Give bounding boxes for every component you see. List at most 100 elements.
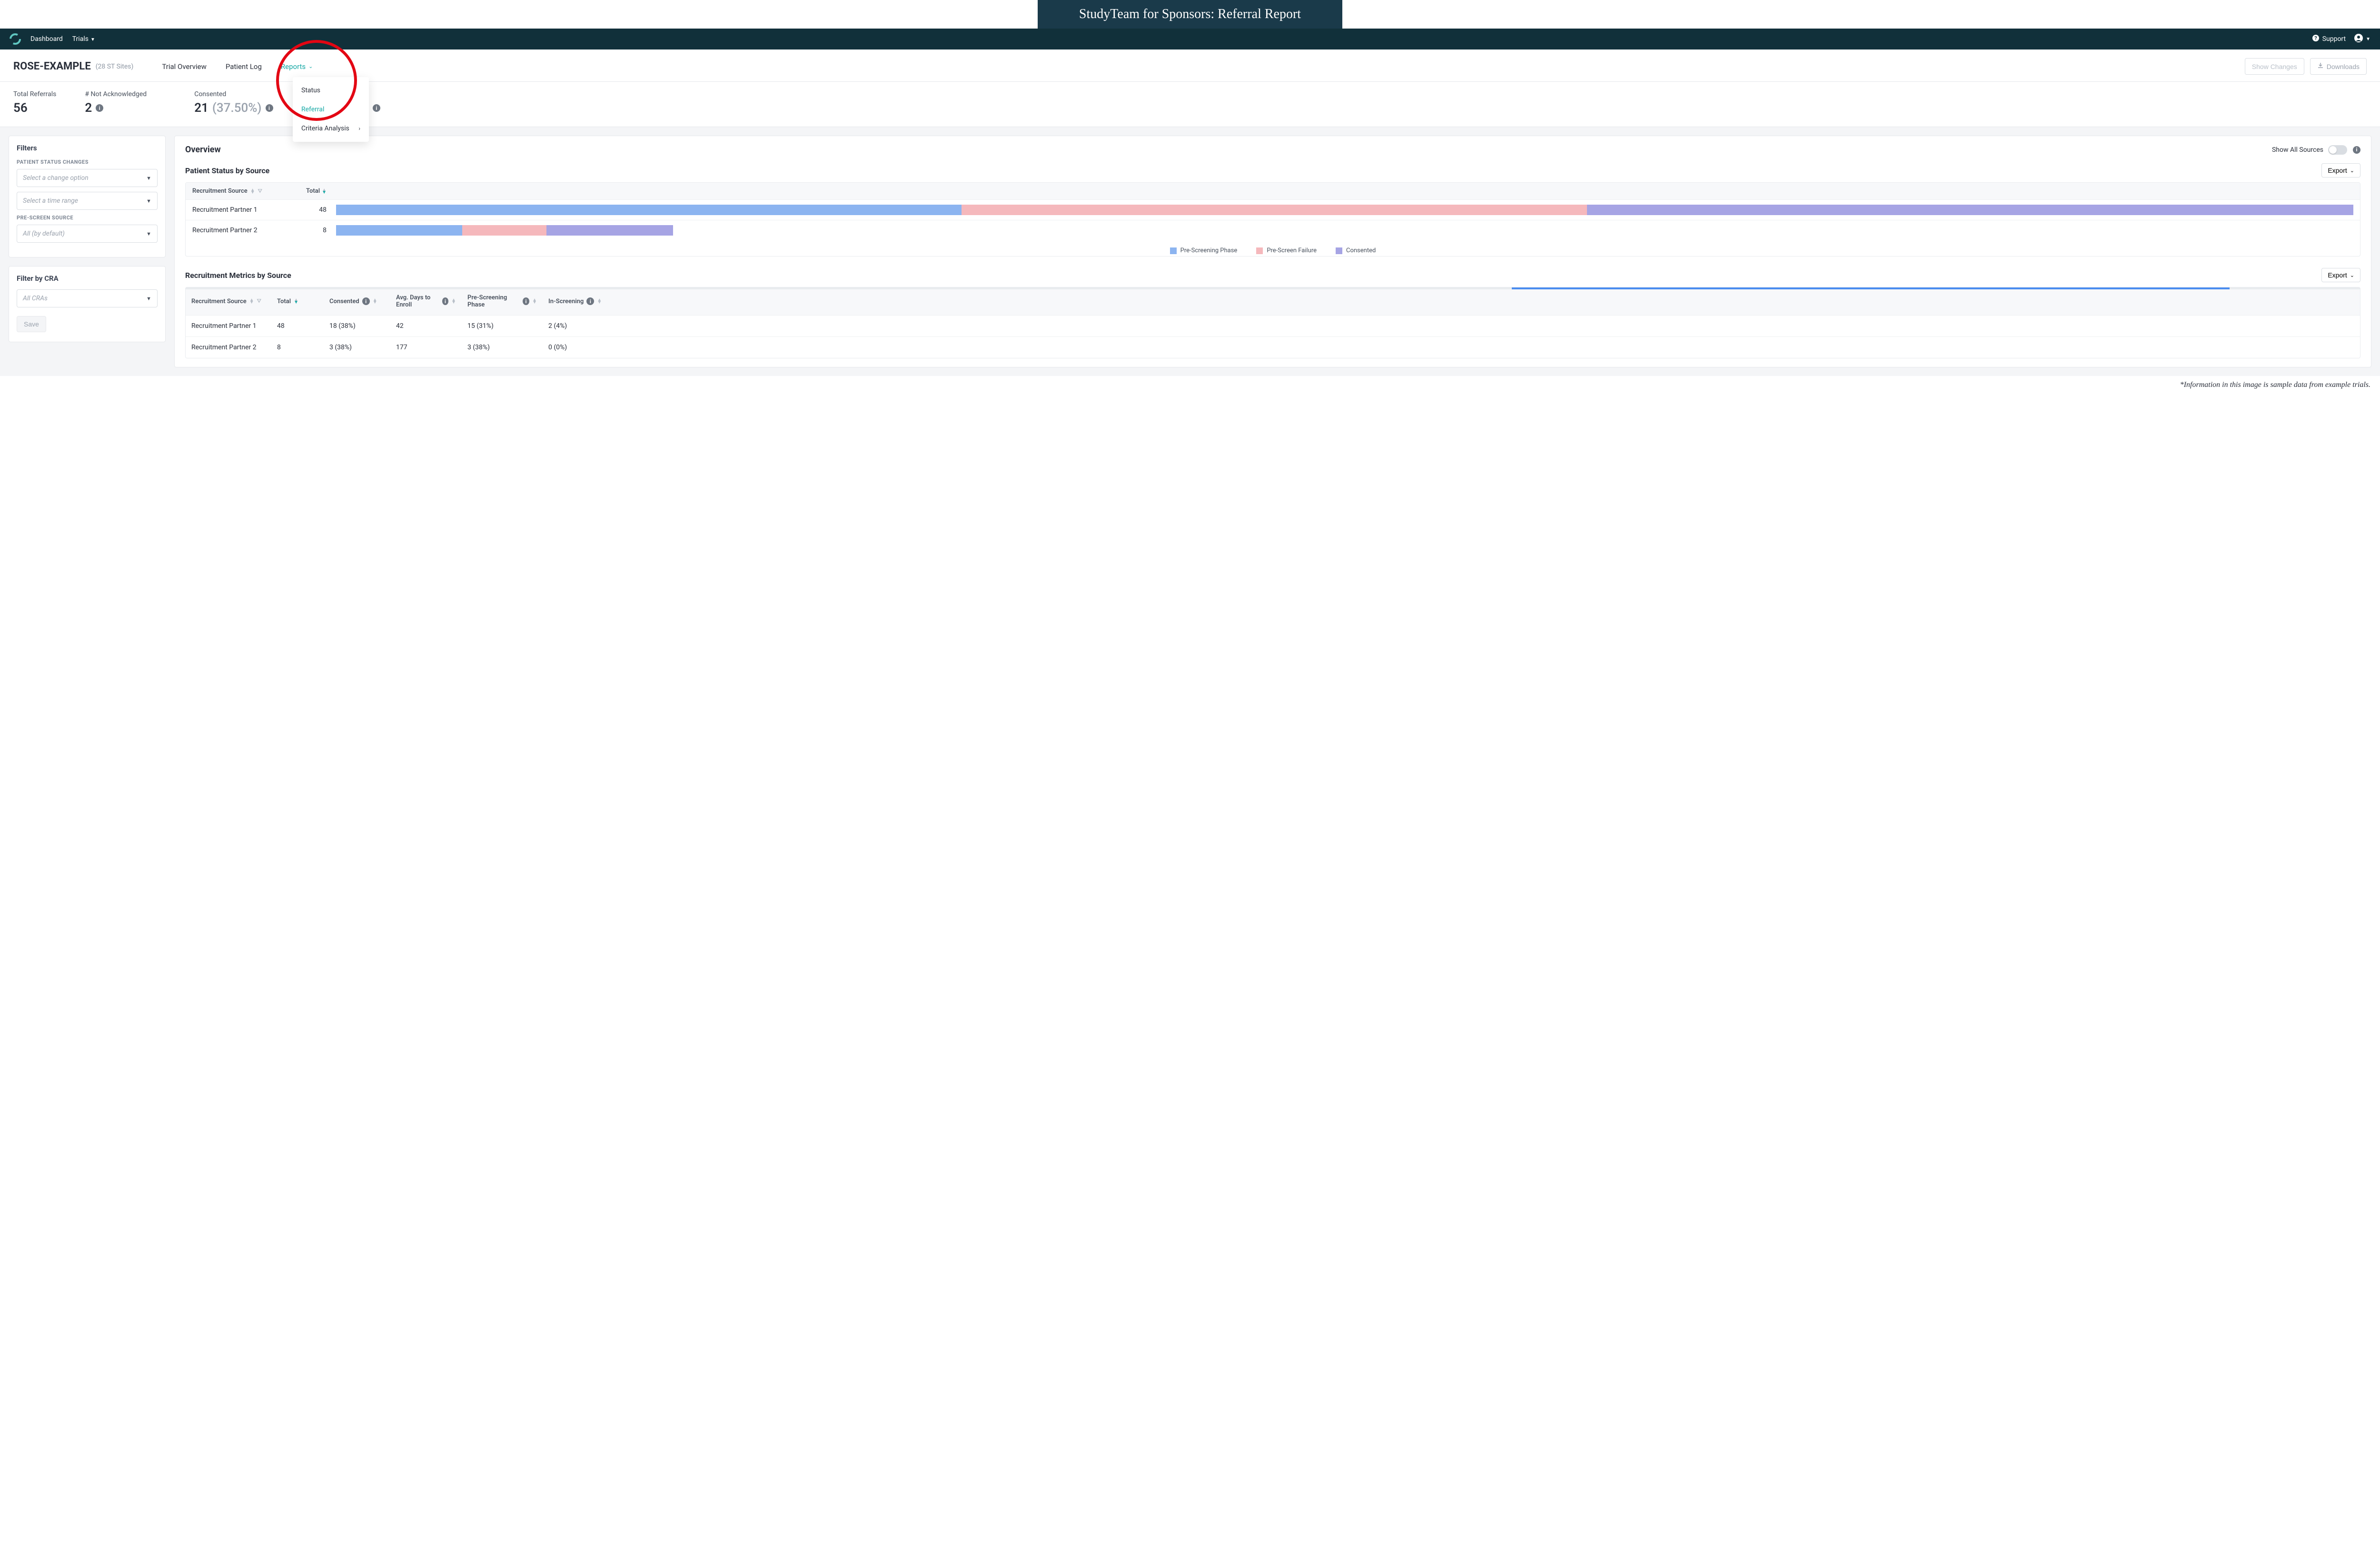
info-icon[interactable]: i (362, 297, 370, 305)
info-icon[interactable]: i (96, 104, 103, 112)
sort-icon: ▲▼ (451, 299, 456, 304)
sort-icon: ▲▼ (322, 189, 327, 194)
col-recruitment-source[interactable]: Recruitment Source ▲▼ ⛛ (186, 183, 281, 199)
download-icon (2317, 62, 2324, 70)
patient-status-title: Patient Status by Source (185, 166, 269, 175)
show-all-sources-toggle[interactable] (2328, 145, 2347, 155)
prescreen-source-label: PRE-SCREEN SOURCE (17, 215, 158, 221)
bar-segment-prescreen-failure (462, 225, 546, 236)
info-icon[interactable]: i (373, 104, 380, 112)
help-icon: ? (2312, 34, 2320, 44)
filters-title: Filters (17, 144, 158, 152)
metric-not-acknowledged: # Not Acknowledged 2 i (85, 90, 147, 115)
downloads-button[interactable]: Downloads (2310, 58, 2367, 75)
bar-segment-prescreen-failure (962, 205, 1587, 215)
table-row: Recruitment Partner 1 48 (186, 199, 2360, 220)
col-recruitment-source[interactable]: Recruitment Source ▲▼ ⛛ (186, 287, 271, 315)
tab-trial-overview[interactable]: Trial Overview (162, 62, 206, 71)
metric-consented: Consented 21 (37.50%) i (194, 90, 273, 115)
recruitment-metrics-table: Recruitment Source ▲▼ ⛛ Total ▲▼ Consent… (185, 287, 2360, 358)
main-panel: Overview Show All Sources i Patient Stat… (174, 136, 2371, 367)
tab-reports[interactable]: Reports ⌄ (281, 62, 313, 71)
chevron-down-icon: ▼ (90, 37, 95, 42)
col-total[interactable]: Total ▲▼ (281, 183, 333, 199)
chevron-down-icon: ▼ (146, 296, 151, 302)
table-row: Recruitment Partner 2 8 (186, 220, 2360, 240)
chevron-down-icon: ▼ (146, 198, 151, 204)
stacked-bar (333, 200, 2360, 220)
cra-select[interactable]: All CRAs ▼ (17, 289, 158, 307)
show-changes-button[interactable]: Show Changes (2245, 58, 2304, 75)
col-avg-days[interactable]: Avg. Days to Enroll i ▲▼ (390, 287, 462, 315)
top-nav: Dashboard Trials▼ ? Support ▼ (0, 29, 2380, 49)
trial-name: ROSE-EXAMPLE (13, 60, 91, 72)
filter-icon: ⛛ (257, 298, 261, 305)
sort-icon: ▲▼ (294, 299, 298, 304)
app-logo-icon (10, 33, 21, 45)
site-count: (28 ST Sites) (96, 63, 134, 70)
info-icon[interactable]: i (266, 104, 273, 112)
horizontal-scroll-indicator (186, 287, 2360, 289)
patient-status-table: Recruitment Source ▲▼ ⛛ Total ▲▼ Recruit… (185, 182, 2360, 257)
prescreen-source-select[interactable]: All (by default) ▼ (17, 225, 158, 243)
overview-title: Overview (185, 145, 221, 155)
dropdown-item-referral[interactable]: Referral (293, 100, 369, 119)
chevron-down-icon: ▼ (146, 231, 151, 237)
time-range-select[interactable]: Select a time range ▼ (17, 192, 158, 210)
save-button[interactable]: Save (17, 316, 46, 332)
info-icon[interactable]: i (2353, 146, 2360, 154)
user-menu[interactable]: ▼ (2354, 34, 2370, 44)
nav-dashboard[interactable]: Dashboard (30, 35, 63, 43)
nav-trials[interactable]: Trials▼ (72, 35, 95, 43)
chevron-down-icon: ▼ (2366, 37, 2370, 42)
chevron-down-icon: ▼ (146, 175, 151, 181)
bar-segment-consented (546, 225, 673, 236)
metric-total-referrals: Total Referrals 56 (13, 90, 56, 115)
info-icon[interactable]: i (442, 297, 448, 305)
legend-swatch (1170, 247, 1177, 254)
svg-text:?: ? (2314, 35, 2317, 41)
dropdown-item-criteria[interactable]: Criteria Analysis › (293, 119, 369, 138)
col-in-screening[interactable]: In-Screening i ▲▼ (543, 287, 619, 315)
cra-filter-card: Filter by CRA All CRAs ▼ Save (9, 266, 166, 342)
legend-swatch (1336, 247, 1342, 254)
col-total[interactable]: Total ▲▼ (271, 287, 324, 315)
info-icon[interactable]: i (523, 297, 529, 305)
legend-swatch (1256, 247, 1263, 254)
sort-icon: ▲▼ (249, 299, 254, 304)
col-prescreening-phase[interactable]: Pre-Screening Phase i ▲▼ (462, 287, 543, 315)
support-link[interactable]: ? Support (2312, 34, 2346, 44)
page-banner: StudyTeam for Sponsors: Referral Report (1038, 0, 1342, 29)
sort-icon: ▲▼ (532, 299, 537, 304)
dropdown-item-status[interactable]: Status (293, 81, 369, 100)
reports-dropdown: Status Referral Criteria Analysis › (293, 77, 369, 142)
header-tabs: Trial Overview Patient Log Reports ⌄ (162, 62, 313, 71)
sort-icon: ▲▼ (373, 299, 377, 304)
footnote: *Information in this image is sample dat… (0, 376, 2380, 399)
chevron-down-icon: ⌄ (2350, 168, 2354, 174)
tab-patient-log[interactable]: Patient Log (226, 62, 262, 71)
table-row: Recruitment Partner 1 48 18 (38%) 42 15 … (186, 315, 2360, 336)
bar-segment-consented (1587, 205, 2353, 215)
filters-card: Filters PATIENT STATUS CHANGES Select a … (9, 136, 166, 257)
filter-icon: ⛛ (258, 188, 262, 195)
sort-icon: ▲▼ (597, 299, 602, 304)
stacked-bar (333, 220, 2360, 240)
change-option-select[interactable]: Select a change option ▼ (17, 169, 158, 187)
cra-filter-title: Filter by CRA (17, 274, 158, 283)
chevron-down-icon: ⌄ (308, 63, 313, 69)
sort-icon: ▲▼ (250, 189, 255, 194)
table-row: Recruitment Partner 2 8 3 (38%) 177 3 (3… (186, 336, 2360, 358)
info-icon[interactable]: i (586, 297, 594, 305)
chevron-right-icon: › (358, 125, 360, 132)
chevron-down-icon: ⌄ (2350, 272, 2354, 278)
export-recruitment-metrics-button[interactable]: Export ⌄ (2321, 268, 2360, 282)
banner-title: StudyTeam for Sponsors: Referral Report (1079, 7, 1301, 21)
recruitment-metrics-title: Recruitment Metrics by Source (185, 271, 291, 280)
bar-segment-prescreening (336, 225, 462, 236)
show-all-sources-label: Show All Sources (2272, 146, 2323, 154)
col-consented[interactable]: Consented i ▲▼ (324, 287, 390, 315)
status-changes-label: PATIENT STATUS CHANGES (17, 159, 158, 165)
trial-header: ROSE-EXAMPLE (28 ST Sites) Trial Overvie… (0, 49, 2380, 82)
export-patient-status-button[interactable]: Export ⌄ (2321, 163, 2360, 178)
